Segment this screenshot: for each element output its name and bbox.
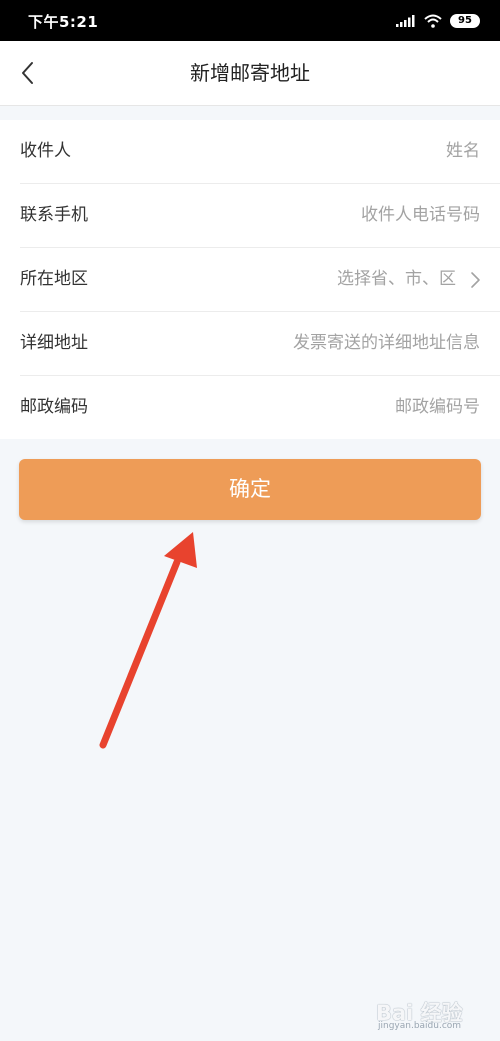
signal-icon bbox=[396, 15, 415, 27]
region-label: 所在地区 bbox=[20, 269, 88, 289]
region-row[interactable]: 所在地区 选择省、市、区 bbox=[20, 248, 500, 312]
phone-input[interactable]: 收件人电话号码 bbox=[361, 184, 480, 247]
confirm-button[interactable]: 确定 bbox=[19, 459, 481, 520]
detail-address-label: 详细地址 bbox=[20, 333, 88, 353]
recipient-label: 收件人 bbox=[20, 141, 71, 161]
postal-code-label: 邮政编码 bbox=[20, 397, 88, 417]
status-icons: 95 bbox=[396, 11, 480, 31]
battery-icon: 95 bbox=[450, 14, 480, 28]
page-title: 新增邮寄地址 bbox=[190, 61, 310, 85]
watermark-url: jingyan.baidu.com bbox=[378, 1021, 462, 1031]
detail-address-row[interactable]: 详细地址 发票寄送的详细地址信息 bbox=[20, 312, 500, 376]
watermark: Bai 经验 jingyan.baidu.com bbox=[376, 997, 476, 1033]
status-time: 下午5:21 bbox=[28, 13, 99, 31]
chevron-right-icon bbox=[471, 272, 480, 288]
postal-code-row[interactable]: 邮政编码 邮政编码号 bbox=[20, 376, 500, 439]
phone-row[interactable]: 联系手机 收件人电话号码 bbox=[20, 184, 500, 248]
region-select[interactable]: 选择省、市、区 bbox=[337, 248, 456, 311]
wifi-icon bbox=[424, 14, 442, 28]
header: 新增邮寄地址 bbox=[0, 41, 500, 106]
recipient-input[interactable]: 姓名 bbox=[446, 120, 480, 183]
phone-label: 联系手机 bbox=[20, 205, 88, 225]
status-bar: 下午5:21 95 bbox=[0, 0, 500, 41]
recipient-row[interactable]: 收件人 姓名 bbox=[20, 120, 500, 184]
postal-code-input[interactable]: 邮政编码号 bbox=[395, 376, 480, 439]
address-form: 收件人 姓名 联系手机 收件人电话号码 所在地区 选择省、市、区 详细地址 发票… bbox=[0, 120, 500, 439]
detail-address-input[interactable]: 发票寄送的详细地址信息 bbox=[293, 312, 480, 375]
